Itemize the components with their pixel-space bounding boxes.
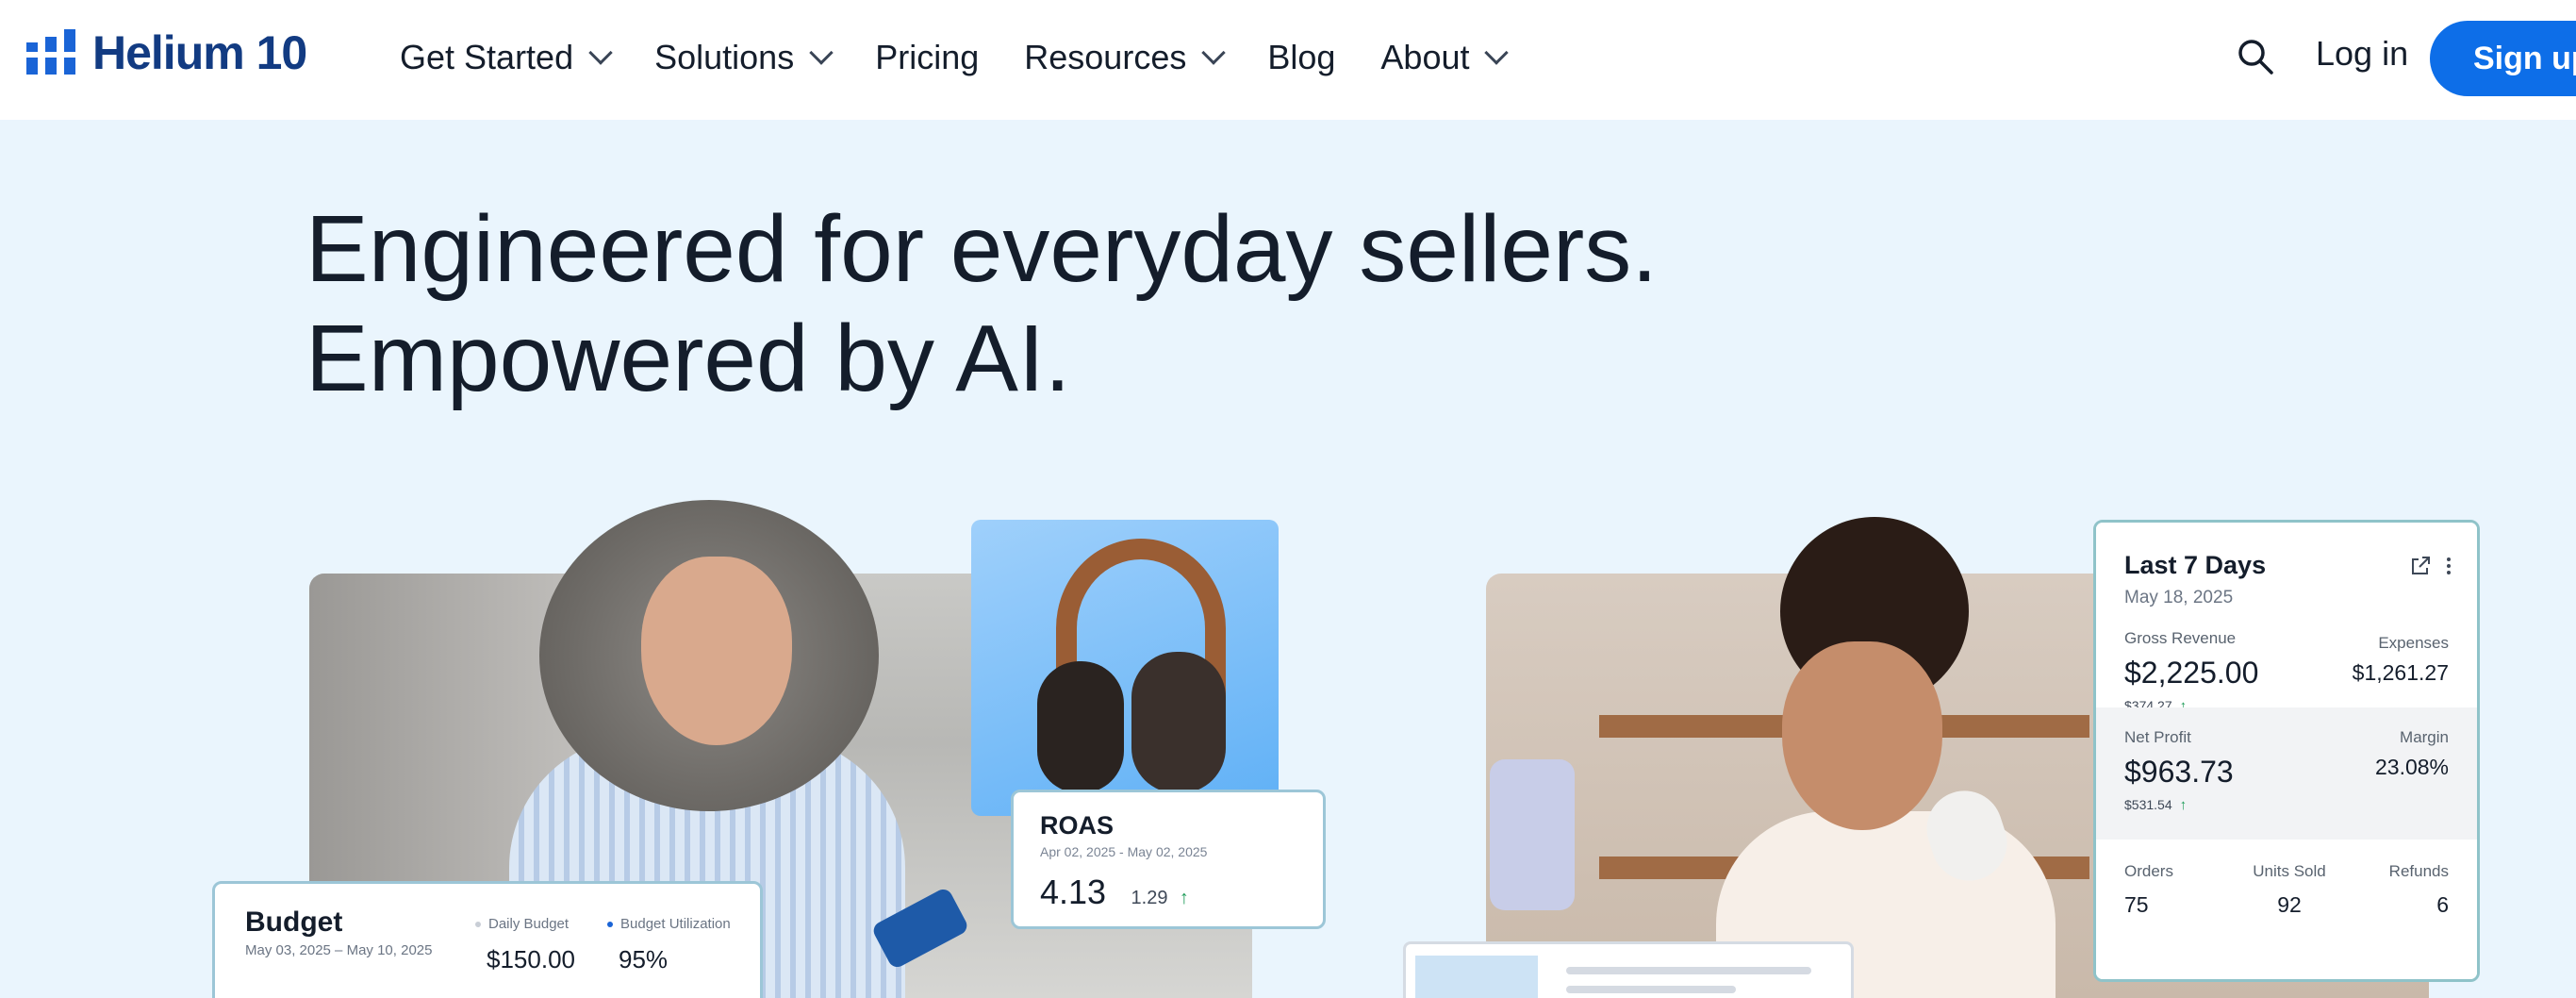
profit-section: Net Profit $963.73 $531.54 ↑ Margin 23.08… [2096,707,2477,840]
margin-label: Margin [2400,728,2449,746]
nav-resources[interactable]: Resources [1024,38,1227,77]
roas-title: ROAS [1040,811,1115,840]
orders-section: Orders 75 Units Sold 92 Refunds 6 [2096,840,2477,979]
budget-utilization-column: Budget Utilization 95% [607,916,731,974]
roas-value: 4.13 [1040,873,1107,911]
nav-pricing[interactable]: Pricing [875,38,979,77]
roas-secondary: 1.29 [1131,888,1168,908]
refunds-label: Refunds [2388,862,2449,880]
budget-card: Budget May 03, 2025 – May 10, 2025 Daily… [212,881,763,998]
nav-blog[interactable]: Blog [1267,38,1335,77]
hero-line-2: Empowered by AI. [305,306,1071,411]
brand-name: Helium 10 [92,26,307,79]
signup-button[interactable]: Sign up [2430,21,2576,96]
units-sold-label: Units Sold [2253,862,2326,880]
arrow-up-icon: ↑ [1179,888,1189,908]
hero-headline: Engineered for everyday sellers. Empower… [305,194,1658,413]
preview-line [1566,967,1811,974]
stats-date: May 18, 2025 [2124,588,2234,607]
seller-face [1782,641,1942,830]
chevron-down-icon [809,41,834,65]
orders-value: 75 [2124,892,2149,917]
chevron-down-icon [588,41,613,65]
refunds-value: 6 [2436,892,2449,917]
login-link[interactable]: Log in [2316,34,2408,74]
nav-pricing-label: Pricing [875,38,980,76]
more-vertical-icon[interactable] [2445,555,2452,577]
external-link-icon[interactable] [2409,555,2432,577]
nav-solutions[interactable]: Solutions [654,38,834,77]
hero-line-1: Engineered for everyday sellers. [305,196,1659,302]
nav-blog-label: Blog [1267,38,1336,76]
legend-dot-icon [475,921,481,927]
margin-value: 23.08% [2374,755,2449,779]
nav-about-label: About [1380,38,1470,76]
nav-get-started[interactable]: Get Started [400,38,613,77]
laptop-screen-preview [1403,941,1854,998]
daily-budget-value: $150.00 [487,945,575,973]
daily-budget-label: Daily Budget [488,916,570,932]
roas-date-range: Apr 02, 2025 - May 02, 2025 [1040,844,1208,859]
orders-label: Orders [2124,862,2173,880]
headphone-cup-left [1037,661,1124,793]
roas-card: ROAS Apr 02, 2025 - May 02, 2025 4.13 1.… [1011,790,1326,929]
expenses-label: Expenses [2378,634,2449,652]
headphone-cup-right [1131,652,1226,793]
brand-logo[interactable]: Helium 10 [26,26,307,79]
nav-get-started-label: Get Started [400,38,574,76]
expenses-value: $1,261.27 [2352,660,2449,685]
net-profit-change: $531.54 [2124,797,2172,812]
top-nav: Helium 10 Get Started Solutions Pricing … [0,0,2576,120]
search-icon[interactable] [2237,38,2274,75]
last-7-days-card: Last 7 Days May 18, 2025 Gross Revenue $… [2093,520,2480,982]
nav-resources-label: Resources [1024,38,1187,76]
summary-section: Last 7 Days May 18, 2025 Gross Revenue $… [2096,523,2477,714]
main-menu: Get Started Solutions Pricing Resources … [400,28,1550,87]
preview-image [1415,956,1538,998]
legend-dot-icon [607,921,613,927]
budget-utilization-label: Budget Utilization [620,916,731,932]
card-actions [2396,555,2452,577]
logo-bars-icon [26,29,75,75]
nav-solutions-label: Solutions [654,38,795,76]
seller-face [641,557,792,745]
daily-budget-column: Daily Budget $150.00 [475,916,575,974]
chevron-down-icon [1484,41,1510,65]
budget-utilization-value: 95% [619,945,669,973]
product-image-headphones [971,520,1279,816]
arrow-up-icon: ↑ [2179,797,2188,813]
chevron-down-icon [1201,41,1227,65]
nav-about[interactable]: About [1380,38,1510,77]
preview-line [1566,986,1736,993]
lamp [1490,759,1575,910]
units-sold-value: 92 [2277,892,2302,917]
